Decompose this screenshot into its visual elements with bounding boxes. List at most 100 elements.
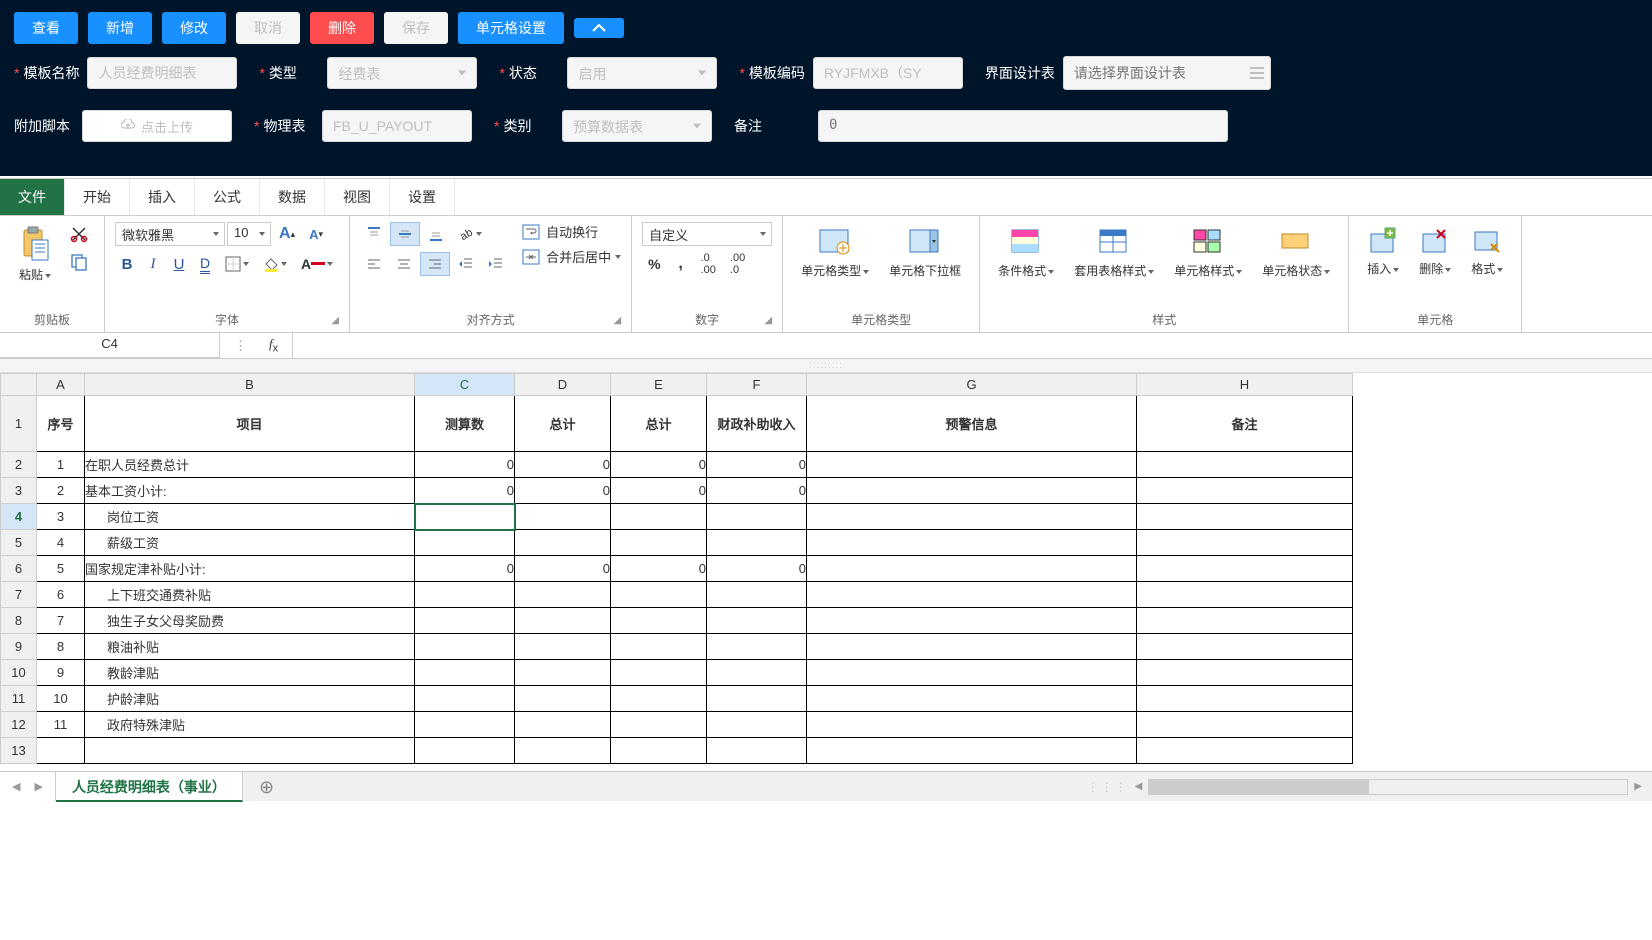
table-cell[interactable]: 政府特殊津贴 — [85, 712, 415, 738]
font-name-select[interactable]: 微软雅黑 — [115, 222, 225, 246]
tab-视图[interactable]: 视图 — [325, 179, 390, 215]
tab-插入[interactable]: 插入 — [130, 179, 195, 215]
table-cell[interactable]: 0 — [415, 556, 515, 582]
decrease-font-button[interactable]: A▾ — [303, 222, 329, 246]
add-sheet-button[interactable]: ⊕ — [243, 772, 290, 801]
table-cell[interactable] — [807, 634, 1137, 660]
cell-style-button[interactable]: 单元格样式 — [1166, 222, 1250, 283]
insert-button[interactable]: 插入 — [1359, 222, 1407, 281]
col-header-G[interactable]: G — [807, 374, 1137, 396]
col-header-C[interactable]: C — [415, 374, 515, 396]
underline-button[interactable]: U — [167, 252, 191, 276]
header-cell[interactable]: 备注 — [1137, 396, 1353, 452]
table-cell[interactable] — [807, 660, 1137, 686]
table-cell[interactable]: 0 — [707, 452, 807, 478]
table-cell[interactable]: 0 — [515, 478, 611, 504]
copy-button[interactable] — [64, 250, 94, 274]
table-cell[interactable] — [707, 530, 807, 556]
col-header-D[interactable]: D — [515, 374, 611, 396]
table-cell[interactable] — [611, 634, 707, 660]
align-center-button[interactable] — [390, 252, 418, 276]
table-cell[interactable] — [1137, 712, 1353, 738]
table-cell[interactable] — [611, 712, 707, 738]
decrease-indent-button[interactable] — [452, 252, 480, 276]
row-header-2[interactable]: 2 — [1, 452, 37, 478]
col-header-B[interactable]: B — [85, 374, 415, 396]
select-all-corner[interactable] — [1, 374, 37, 396]
table-cell[interactable] — [611, 504, 707, 530]
table-cell[interactable] — [807, 478, 1137, 504]
header-cell[interactable]: 项目 — [85, 396, 415, 452]
table-cell[interactable] — [85, 738, 415, 764]
table-cell[interactable]: 9 — [37, 660, 85, 686]
table-cell[interactable] — [707, 686, 807, 712]
table-cell[interactable] — [415, 530, 515, 556]
table-cell[interactable]: 护龄津贴 — [85, 686, 415, 712]
table-cell[interactable] — [515, 504, 611, 530]
upload-button[interactable]: 点击上传 — [82, 110, 232, 142]
header-cell[interactable]: 总计 — [611, 396, 707, 452]
table-cell[interactable]: 岗位工资 — [85, 504, 415, 530]
collapse-button[interactable] — [574, 18, 624, 38]
border-button[interactable] — [219, 252, 255, 276]
table-cell[interactable]: 国家规定津补贴小计: — [85, 556, 415, 582]
cell-state-button[interactable]: 单元格状态 — [1254, 222, 1338, 283]
increase-decimal-button[interactable]: .0.00 — [695, 252, 722, 276]
header-cell[interactable]: 财政补助收入 — [707, 396, 807, 452]
row-header-1[interactable]: 1 — [1, 396, 37, 452]
table-cell[interactable] — [515, 608, 611, 634]
table-cell[interactable] — [707, 504, 807, 530]
orientation-button[interactable]: ab — [452, 222, 488, 246]
align-right-button[interactable] — [420, 252, 450, 276]
table-cell[interactable] — [1137, 530, 1353, 556]
table-cell[interactable]: 0 — [707, 556, 807, 582]
wrap-text-button[interactable]: 自动换行 — [522, 222, 621, 241]
view-button[interactable]: 查看 — [14, 12, 78, 44]
category-select[interactable]: 预算数据表 — [562, 110, 712, 142]
row-header-6[interactable]: 6 — [1, 556, 37, 582]
font-color-button[interactable]: A — [295, 252, 339, 276]
decrease-decimal-button[interactable]: .00.0 — [724, 252, 751, 276]
table-cell[interactable] — [611, 686, 707, 712]
table-cell[interactable]: 上下班交通费补贴 — [85, 582, 415, 608]
number-format-select[interactable]: 自定义 — [642, 222, 772, 246]
row-header-9[interactable]: 9 — [1, 634, 37, 660]
table-cell[interactable] — [807, 504, 1137, 530]
table-cell[interactable] — [415, 660, 515, 686]
percent-button[interactable]: % — [642, 252, 666, 276]
format-button[interactable]: 格式 — [1463, 222, 1511, 281]
table-style-button[interactable]: 套用表格样式 — [1066, 222, 1162, 283]
table-cell[interactable] — [807, 608, 1137, 634]
align-dialog-launcher-icon[interactable]: ◢ — [613, 315, 621, 326]
table-cell[interactable]: 1 — [37, 452, 85, 478]
edit-button[interactable]: 修改 — [162, 12, 226, 44]
horizontal-scrollbar[interactable] — [1148, 779, 1628, 795]
table-cell[interactable] — [611, 738, 707, 764]
cell-dropdown-button[interactable]: 单元格下拉框 — [881, 222, 969, 283]
table-cell[interactable]: 11 — [37, 712, 85, 738]
phys-table-input[interactable] — [322, 110, 472, 142]
table-cell[interactable] — [707, 660, 807, 686]
table-cell[interactable]: 0 — [515, 556, 611, 582]
table-cell[interactable] — [707, 712, 807, 738]
table-cell[interactable] — [611, 608, 707, 634]
increase-font-button[interactable]: A▴ — [273, 222, 301, 246]
table-cell[interactable] — [415, 712, 515, 738]
table-cell[interactable] — [1137, 478, 1353, 504]
table-cell[interactable]: 3 — [37, 504, 85, 530]
table-cell[interactable] — [37, 738, 85, 764]
table-cell[interactable] — [515, 582, 611, 608]
table-cell[interactable]: 0 — [707, 478, 807, 504]
fb-more-icon[interactable]: ⋮ — [234, 338, 247, 354]
table-cell[interactable]: 0 — [611, 556, 707, 582]
delete-cells-button[interactable]: 删除 — [1411, 222, 1459, 281]
template-name-input[interactable] — [87, 57, 237, 89]
tab-开始[interactable]: 开始 — [65, 179, 130, 215]
header-cell[interactable]: 预警信息 — [807, 396, 1137, 452]
table-cell[interactable] — [807, 452, 1137, 478]
table-cell[interactable] — [415, 504, 515, 530]
table-cell[interactable] — [515, 634, 611, 660]
table-cell[interactable] — [707, 634, 807, 660]
tab-数据[interactable]: 数据 — [260, 179, 325, 215]
table-cell[interactable]: 7 — [37, 608, 85, 634]
